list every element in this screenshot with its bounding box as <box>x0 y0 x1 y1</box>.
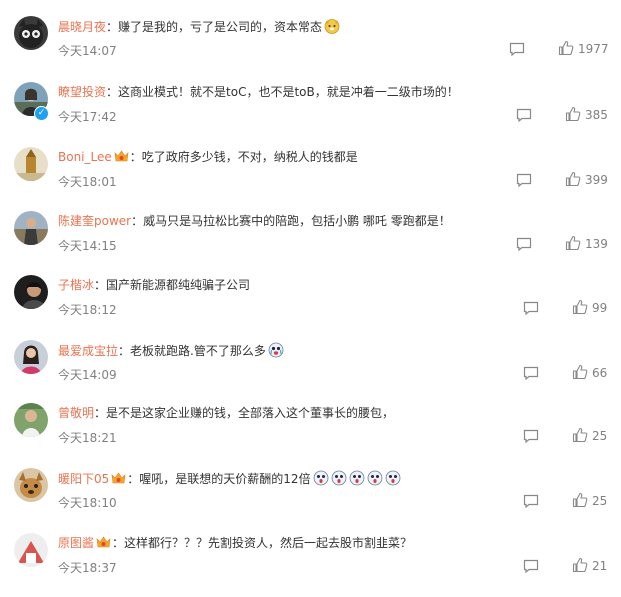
avatar[interactable] <box>14 16 48 50</box>
like-count: 1977 <box>578 42 609 56</box>
astonished-face-emoji-icon <box>331 470 347 486</box>
comment-item: 原图酱 ：这样都行？？？先割投资人，然后一起去股市割韭菜？ 今天18:37 21 <box>0 533 621 597</box>
comment-text: 这样都行？？？先割投资人，然后一起去股市割韭菜？ <box>124 536 413 550</box>
like-count: 25 <box>592 494 608 508</box>
comment-text: 吃了政府多少钱，不对，纳税人的钱都是 <box>141 150 358 164</box>
thumbs-up-icon[interactable] <box>572 492 588 508</box>
doge-emoji-icon <box>324 18 340 34</box>
comment-text: 老板就跑路.管不了那么多 <box>130 344 266 358</box>
comment-time: 今天18:12 <box>58 303 117 317</box>
comment-line: 曾敬明：是不是这家企业赚的钱，全部落入这个董事长的腰包， <box>58 406 395 420</box>
comment-icon[interactable] <box>516 107 532 123</box>
comment-icon[interactable] <box>523 300 539 316</box>
thumbs-up-icon[interactable] <box>572 427 588 443</box>
comment-time: 今天18:10 <box>58 496 117 510</box>
thumbs-up-icon[interactable] <box>572 299 588 315</box>
comment-text: 是不是这家企业赚的钱，全部落入这个董事长的腰包， <box>106 406 395 420</box>
comment-icon[interactable] <box>509 41 525 57</box>
thumbs-up-icon[interactable] <box>572 364 588 380</box>
comment-item: 子楷冰：国产新能源都纯纯骗子公司 今天18:12 99 <box>0 275 621 339</box>
comment-item: 陈建奎power：威马只是马拉松比赛中的陪跑，包括小鹏 哪吒 零跑都是！ 今天1… <box>0 211 621 275</box>
username-link[interactable]: 子楷冰 <box>58 278 94 292</box>
comment-time: 今天14:15 <box>58 239 117 253</box>
comment-time: 今天14:09 <box>58 368 117 382</box>
astonished-face-emoji-icon <box>385 470 401 486</box>
comment-item: 曾敬明：是不是这家企业赚的钱，全部落入这个董事长的腰包， 今天18:21 25 <box>0 403 621 467</box>
comment-time: 今天17:42 <box>58 110 117 124</box>
comment-item: 暖阳下05 ：喔吼，是联想的天价薪酬的12倍 今天18:10 25 <box>0 468 621 532</box>
thumbs-up-icon[interactable] <box>565 235 581 251</box>
like-count: 25 <box>592 429 608 443</box>
comment-icon[interactable] <box>523 493 539 509</box>
username-link[interactable]: 最爱成宝拉 <box>58 344 118 358</box>
comment-line: 瞭望投资：这商业模式！就不是toC，也不是toB，就是冲着一二级市场的！ <box>58 85 459 99</box>
like-count: 99 <box>592 301 608 315</box>
username-link[interactable]: Boni_Lee <box>58 150 112 164</box>
thumbs-up-icon[interactable] <box>572 557 588 573</box>
comment-line: 子楷冰：国产新能源都纯纯骗子公司 <box>58 278 251 292</box>
like-count: 139 <box>585 237 608 251</box>
astonished-face-emoji-icon <box>349 470 365 486</box>
vip-crown-icon <box>96 536 111 549</box>
username-link[interactable]: 陈建奎power <box>58 214 131 228</box>
username-link[interactable]: 瞭望投资 <box>58 85 106 99</box>
astonished-face-emoji-icon <box>313 470 329 486</box>
thumbs-up-icon[interactable] <box>565 171 581 187</box>
username-link[interactable]: 暖阳下05 <box>58 472 109 486</box>
comment-text: 赚了是我的，亏了是公司的，资本常态 <box>118 20 323 34</box>
avatar[interactable] <box>14 403 48 437</box>
comment-item: ✓ 瞭望投资：这商业模式！就不是toC，也不是toB，就是冲着一二级市场的！ 今… <box>0 82 621 146</box>
comment-time: 今天14:07 <box>58 44 117 58</box>
comment-item: 最爱成宝拉：老板就跑路.管不了那么多 今天14:09 66 <box>0 340 621 404</box>
crying-face-emoji-icon <box>268 342 284 358</box>
thumbs-up-icon[interactable] <box>558 40 574 56</box>
avatar[interactable] <box>14 340 48 374</box>
vip-crown-icon <box>114 150 129 163</box>
comment-item: Boni_Lee ：吃了政府多少钱，不对，纳税人的钱都是 今天18:01 399 <box>0 147 621 211</box>
thumbs-up-icon[interactable] <box>565 106 581 122</box>
comment-line: 最爱成宝拉：老板就跑路.管不了那么多 <box>58 342 284 359</box>
comment-time: 今天18:37 <box>58 561 117 575</box>
verified-badge-icon: ✓ <box>34 106 49 121</box>
comment-text: 这商业模式！就不是toC，也不是toB，就是冲着一二级市场的！ <box>118 85 459 99</box>
like-count: 399 <box>585 173 608 187</box>
comment-time: 今天18:21 <box>58 431 117 445</box>
vip-crown-icon <box>111 472 126 485</box>
comment-line: 暖阳下05 ：喔吼，是联想的天价薪酬的12倍 <box>58 470 401 487</box>
comment-line: 原图酱 ：这样都行？？？先割投资人，然后一起去股市割韭菜？ <box>58 536 413 550</box>
username-link[interactable]: 原图酱 <box>58 536 94 550</box>
astonished-face-emoji-icon <box>367 470 383 486</box>
comment-item: 晨晓月夜：赚了是我的，亏了是公司的，资本常态 今天14:07 1977 <box>0 16 621 80</box>
comment-icon[interactable] <box>523 365 539 381</box>
comment-icon[interactable] <box>516 172 532 188</box>
comment-icon[interactable] <box>523 428 539 444</box>
avatar[interactable] <box>14 147 48 181</box>
username-link[interactable]: 曾敬明 <box>58 406 94 420</box>
avatar[interactable] <box>14 275 48 309</box>
comment-icon[interactable] <box>516 236 532 252</box>
comment-line: 晨晓月夜：赚了是我的，亏了是公司的，资本常态 <box>58 18 340 35</box>
comment-text: 国产新能源都纯纯骗子公司 <box>106 278 251 292</box>
comment-line: Boni_Lee ：吃了政府多少钱，不对，纳税人的钱都是 <box>58 150 358 164</box>
comment-icon[interactable] <box>523 558 539 574</box>
like-count: 21 <box>592 559 608 573</box>
avatar[interactable] <box>14 468 48 502</box>
username-link[interactable]: 晨晓月夜 <box>58 20 106 34</box>
comment-line: 陈建奎power：威马只是马拉松比赛中的陪跑，包括小鹏 哪吒 零跑都是！ <box>58 214 451 228</box>
comment-text: 喔吼，是联想的天价薪酬的12倍 <box>139 472 311 486</box>
like-count: 66 <box>592 366 608 380</box>
comment-text: 威马只是马拉松比赛中的陪跑，包括小鹏 哪吒 零跑都是！ <box>143 214 451 228</box>
avatar[interactable] <box>14 533 48 567</box>
avatar[interactable] <box>14 211 48 245</box>
like-count: 385 <box>585 108 608 122</box>
comment-time: 今天18:01 <box>58 175 117 189</box>
